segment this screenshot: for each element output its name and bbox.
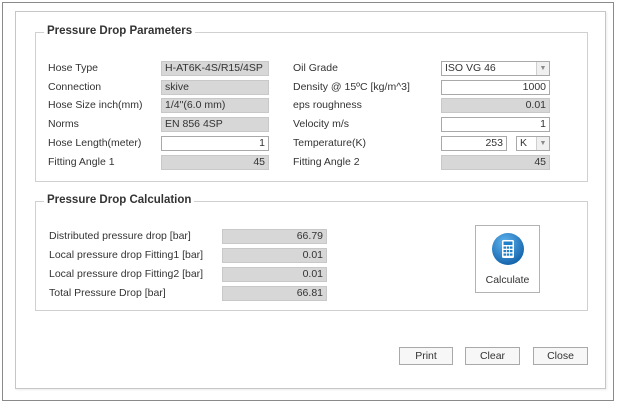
calculate-button-label: Calculate — [485, 274, 530, 286]
total-pressure-drop-field: 66.81 — [222, 286, 327, 301]
eps-roughness-label: eps roughness — [293, 99, 362, 111]
application-window: Pressure Drop Parameters Hose Type Conne… — [2, 2, 614, 401]
local-pressure-drop-fitting2-field: 0.01 — [222, 267, 327, 282]
connection-label: Connection — [48, 81, 102, 93]
local-pressure-drop-fitting2-label: Local pressure drop Fitting2 [bar] — [49, 268, 204, 280]
connection-field: skive — [161, 80, 269, 95]
close-button[interactable]: Close — [533, 347, 588, 365]
distributed-pressure-drop-field: 66.79 — [222, 229, 327, 244]
distributed-pressure-drop-label: Distributed pressure drop [bar] — [49, 230, 191, 242]
density-label: Density @ 15ºC [kg/m^3] — [293, 81, 410, 93]
fitting-angle-2-field: 45 — [441, 155, 550, 170]
velocity-label: Velocity m/s — [293, 118, 350, 130]
norms-label: Norms — [48, 118, 79, 130]
calculator-icon — [492, 233, 524, 265]
hose-type-label: Hose Type — [48, 62, 99, 74]
local-pressure-drop-fitting1-label: Local pressure drop Fitting1 [bar] — [49, 249, 204, 261]
local-pressure-drop-fitting1-field: 0.01 — [222, 248, 327, 263]
hose-size-label: Hose Size inch(mm) — [48, 99, 143, 111]
fitting-angle-1-field: 45 — [161, 155, 269, 170]
fitting-angle-1-label: Fitting Angle 1 — [48, 156, 115, 168]
clear-button[interactable]: Clear — [465, 347, 520, 365]
velocity-input[interactable]: 1 — [441, 117, 550, 132]
chevron-down-icon: ▼ — [536, 137, 549, 150]
temperature-unit-value: K — [520, 137, 528, 149]
temperature-unit-select[interactable]: K ▼ — [516, 136, 550, 151]
fitting-angle-2-label: Fitting Angle 2 — [293, 156, 360, 168]
parameters-group-title: Pressure Drop Parameters — [44, 25, 196, 37]
oil-grade-select[interactable]: ISO VG 46 ▼ — [441, 61, 550, 76]
hose-length-label: Hose Length(meter) — [48, 137, 142, 149]
chevron-down-icon: ▼ — [536, 62, 549, 75]
parameters-group: Pressure Drop Parameters Hose Type Conne… — [35, 25, 588, 182]
hose-length-input[interactable]: 1 — [161, 136, 269, 151]
pressure-drop-dialog: Pressure Drop Parameters Hose Type Conne… — [15, 11, 606, 389]
hose-type-field: H-AT6K-4S/R15/4SP — [161, 61, 269, 76]
temperature-label: Temperature(K) — [293, 137, 366, 149]
print-button[interactable]: Print — [399, 347, 453, 365]
norms-field: EN 856 4SP — [161, 117, 269, 132]
hose-size-field: 1/4"(6.0 mm) — [161, 98, 269, 113]
calculate-button[interactable]: Calculate — [475, 225, 540, 293]
oil-grade-selected-value: ISO VG 46 — [445, 62, 496, 74]
oil-grade-label: Oil Grade — [293, 62, 338, 74]
temperature-input[interactable]: 253 — [441, 136, 507, 151]
total-pressure-drop-label: Total Pressure Drop [bar] — [49, 287, 166, 299]
eps-roughness-field: 0.01 — [441, 98, 550, 113]
density-input[interactable]: 1000 — [441, 80, 550, 95]
calculation-group-title: Pressure Drop Calculation — [44, 194, 195, 206]
